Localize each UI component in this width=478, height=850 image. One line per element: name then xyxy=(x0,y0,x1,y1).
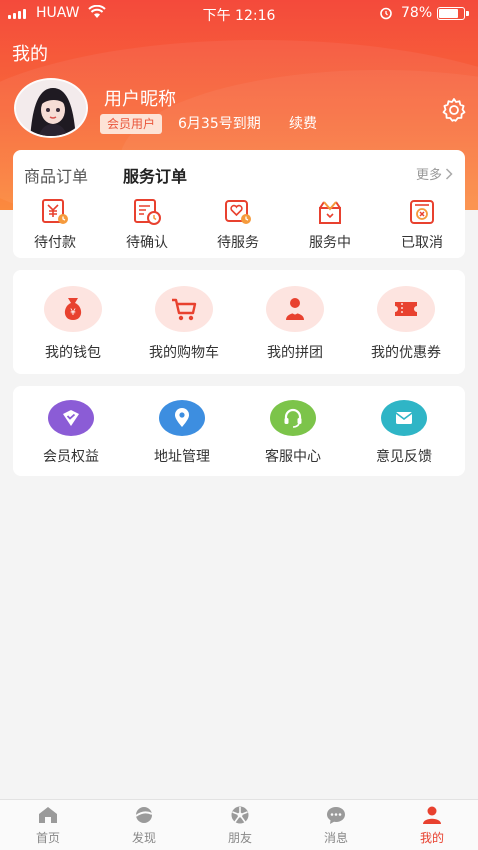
member-shield-icon xyxy=(63,410,79,426)
feedback-mail-icon xyxy=(395,412,413,424)
membership-expiry: 6月35号到期 xyxy=(178,116,261,132)
more-orders-link[interactable]: 更多 xyxy=(416,164,453,183)
service-item-label: 会员权益 xyxy=(43,449,99,465)
page-title: 我的 xyxy=(12,44,48,65)
battery-icon xyxy=(437,7,469,20)
order-item-pending-service[interactable]: 待服务 xyxy=(198,198,278,252)
tab-friends[interactable]: 朋友 xyxy=(192,805,288,846)
tab-label: 消息 xyxy=(323,831,348,845)
order-item-label: 待确认 xyxy=(126,235,168,251)
wallet-item-label: 我的优惠券 xyxy=(371,345,441,361)
tab-profile[interactable]: 我的 xyxy=(384,805,478,846)
order-item-cancelled[interactable]: 已取消 xyxy=(382,198,462,252)
heart-clock-icon xyxy=(225,200,251,224)
renew-link[interactable]: 续费 xyxy=(289,114,317,134)
profile-icon xyxy=(423,806,441,824)
more-label: 更多 xyxy=(415,168,442,183)
wallet-item-label: 我的购物车 xyxy=(149,345,219,361)
customer-service-item[interactable]: 客服中心 xyxy=(237,400,349,466)
home-icon xyxy=(39,807,57,823)
avatar[interactable] xyxy=(14,78,88,138)
svg-text:¥: ¥ xyxy=(70,308,76,318)
orders-card: 商品订单 服务订单 更多 待付款 待确认 待服务 服务中 已取消 xyxy=(13,150,465,258)
chevron-right-icon xyxy=(445,167,453,180)
battery-percent: 78% xyxy=(401,5,433,21)
gift-box-icon xyxy=(319,201,341,224)
order-item-label: 待付款 xyxy=(34,235,76,251)
wallet-item-label: 我的拼团 xyxy=(267,345,323,361)
settings-icon[interactable] xyxy=(441,97,467,123)
my-coupons-item[interactable]: 我的优惠券 xyxy=(350,286,462,362)
user-nickname: 用户昵称 xyxy=(104,89,176,110)
coupon-icon xyxy=(395,302,417,316)
status-bar: HUAW 下午 12:16 78% xyxy=(0,0,478,28)
address-management-item[interactable]: 地址管理 xyxy=(126,400,238,466)
clock-document-icon xyxy=(134,199,161,225)
order-item-label: 待服务 xyxy=(217,235,259,251)
order-item-pending-confirm[interactable]: 待确认 xyxy=(107,198,187,252)
tab-home[interactable]: 首页 xyxy=(0,805,96,846)
order-item-label: 服务中 xyxy=(309,235,351,251)
tab-label: 首页 xyxy=(35,831,60,845)
my-wallet-item[interactable]: ¥ 我的钱包 xyxy=(17,286,129,362)
message-icon xyxy=(327,807,345,824)
group-icon xyxy=(286,298,304,320)
tab-label: 我的 xyxy=(419,831,444,845)
my-cart-item[interactable]: 我的购物车 xyxy=(128,286,240,362)
tab-goods-orders[interactable]: 商品订单 xyxy=(24,163,88,187)
order-item-in-service[interactable]: 服务中 xyxy=(290,198,370,252)
money-bag-icon: ¥ xyxy=(64,298,82,320)
service-item-label: 意见反馈 xyxy=(376,449,432,465)
tab-label: 朋友 xyxy=(227,831,252,845)
location-pin-icon xyxy=(175,408,189,427)
order-item-pending-payment[interactable]: 待付款 xyxy=(15,198,95,252)
shopping-cart-icon xyxy=(172,298,197,321)
order-item-label: 已取消 xyxy=(401,235,443,251)
tab-messages[interactable]: 消息 xyxy=(288,805,384,846)
wallet-card: ¥ 我的钱包 我的购物车 我的拼团 我的优惠券 xyxy=(13,270,465,374)
feedback-item[interactable]: 意见反馈 xyxy=(348,400,460,466)
member-badge: 会员用户 xyxy=(100,114,163,134)
tab-service-orders[interactable]: 服务订单 xyxy=(123,163,187,187)
tab-discover[interactable]: 发现 xyxy=(96,805,192,846)
bottom-tab-bar: 首页 发现 朋友 消息 我的 xyxy=(0,799,478,850)
yen-receipt-icon xyxy=(42,199,68,224)
discover-icon xyxy=(135,807,153,823)
services-card: 会员权益 地址管理 客服中心 意见反馈 xyxy=(13,386,465,476)
service-item-label: 客服中心 xyxy=(265,449,321,465)
tab-label: 发现 xyxy=(131,831,156,845)
cancel-box-icon xyxy=(410,200,434,224)
my-group-item[interactable]: 我的拼团 xyxy=(239,286,351,362)
member-benefits-item[interactable]: 会员权益 xyxy=(15,400,127,466)
service-item-label: 地址管理 xyxy=(154,449,210,465)
alarm-icon xyxy=(380,7,392,20)
wallet-item-label: 我的钱包 xyxy=(45,345,101,361)
friends-icon xyxy=(231,806,249,824)
headset-icon xyxy=(284,408,302,428)
